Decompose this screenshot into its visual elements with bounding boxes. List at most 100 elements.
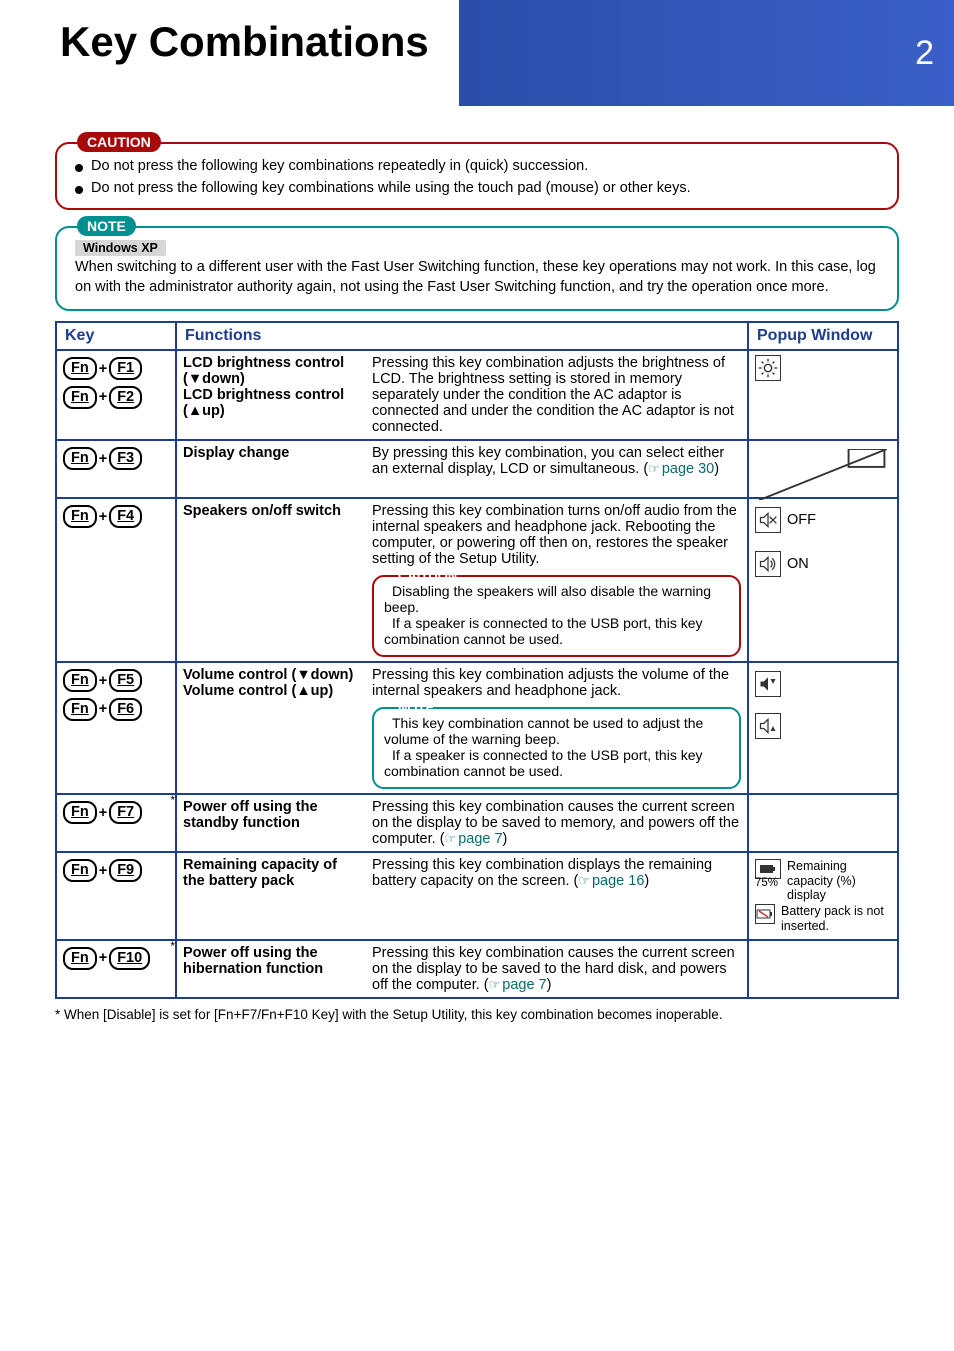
function-desc: Pressing this key combination turns on/o… (372, 503, 741, 567)
table-row: Fn+F4 Speakers on/off switch Pressing th… (56, 498, 898, 662)
key-combinations-table: Key Functions Popup Window Fn+F1 Fn+F2 L… (55, 321, 899, 999)
page-ref-link[interactable]: ☞ page 30 (648, 461, 714, 477)
key-cell: Fn+F9 (56, 852, 176, 940)
page-ref-link[interactable]: ☞ page 7 (445, 831, 503, 847)
inner-note-item: If a speaker is connected to the USB por… (384, 747, 703, 779)
th-popup: Popup Window (748, 322, 898, 350)
book-icon: ☞ (445, 831, 457, 847)
caution-callout: CAUTION Do not press the following key c… (55, 142, 899, 210)
book-icon: ☞ (648, 461, 660, 477)
function-desc: Pressing this key combination causes the… (372, 799, 739, 847)
os-badge: Windows XP (75, 240, 166, 256)
key-cell: Fn+F3 (56, 440, 176, 498)
battery-percent: 75% (755, 877, 781, 889)
book-icon: ☞ (578, 873, 590, 889)
inner-note-label: NOTE (388, 698, 444, 717)
page-ref-link[interactable]: ☞ page 16 (578, 873, 644, 889)
battery-missing-icon (755, 904, 775, 924)
battery-caption-1: Remaining capacity (%) display (787, 859, 891, 902)
function-name: Remaining capacity of the battery pack (183, 857, 360, 889)
popup-cell (748, 794, 898, 852)
popup-cell: 75% Remaining capacity (%) display Batte… (748, 852, 898, 940)
note-label: NOTE (77, 216, 136, 236)
popup-cell: OFF ON (748, 498, 898, 662)
keycap: Fn (63, 801, 97, 824)
footnote-text: * When [Disable] is set for [Fn+F7/Fn+F1… (55, 1007, 899, 1022)
speaker-off-icon (755, 507, 781, 533)
table-row: Fn+F3 Display change By pressing this ke… (56, 440, 898, 498)
battery-icon (755, 859, 781, 879)
function-desc: Pressing this key combination adjusts th… (372, 355, 734, 435)
table-row: Fn+F9 Remaining capacity of the battery … (56, 852, 898, 940)
function-name: Power off using the hibernation function (183, 945, 360, 977)
function-name: Speakers on/off switch (183, 503, 360, 519)
battery-caption-2: Battery pack is not inserted. (781, 904, 891, 933)
volume-up-icon (755, 713, 781, 739)
th-functions: Functions (176, 322, 748, 350)
caution-line-2: Do not press the following key combinati… (91, 180, 691, 196)
keycap: F5 (109, 669, 142, 692)
display-icon (755, 445, 891, 493)
page-title: Key Combinations (0, 0, 459, 106)
speaker-off-label: OFF (787, 512, 816, 528)
key-cell: Fn+F1 Fn+F2 (56, 350, 176, 440)
table-row: Fn+F1 Fn+F2 LCD brightness control (▼dow… (56, 350, 898, 440)
keycap: Fn (63, 947, 97, 970)
inner-caution: CAUTION Disabling the speakers will also… (372, 575, 741, 657)
keycap: F4 (109, 505, 142, 528)
function-desc: Pressing this key combination causes the… (372, 945, 735, 993)
keycap: Fn (63, 447, 97, 470)
function-name: Power off using the standby function (183, 799, 360, 831)
popup-cell (748, 662, 898, 794)
function-name: LCD brightness control (▼down) LCD brigh… (183, 355, 360, 419)
footnote-mark: * (170, 793, 175, 807)
keycap: Fn (63, 357, 97, 380)
key-cell: Fn+F10* (56, 940, 176, 998)
inner-caution-label: CAUTION (388, 566, 467, 585)
note-body: When switching to a different user with … (75, 258, 879, 297)
brightness-icon (755, 355, 781, 381)
keycap: F2 (109, 386, 142, 409)
keycap: F7 (109, 801, 142, 824)
note-callout: NOTE Windows XP When switching to a diff… (55, 226, 899, 311)
key-cell: Fn+F7* (56, 794, 176, 852)
caution-line-1: Do not press the following key combinati… (91, 158, 588, 174)
keycap: F6 (109, 698, 142, 721)
volume-down-icon (755, 671, 781, 697)
speaker-on-label: ON (787, 556, 809, 572)
bullet-icon (75, 186, 83, 194)
keycap: F10 (109, 947, 150, 970)
table-row: Fn+F7* Power off using the standby funct… (56, 794, 898, 852)
popup-cell (748, 350, 898, 440)
popup-cell (748, 440, 898, 498)
function-name: Display change (183, 445, 360, 461)
book-icon: ☞ (489, 977, 501, 993)
table-row: Fn+F5 Fn+F6 Volume control (▼down) Volum… (56, 662, 898, 794)
function-name: Volume control (▼down) Volume control (▲… (183, 667, 360, 699)
keycap: Fn (63, 386, 97, 409)
keycap: F9 (109, 859, 142, 882)
key-cell: Fn+F4 (56, 498, 176, 662)
th-key: Key (56, 322, 176, 350)
page-ref-link[interactable]: ☞ page 7 (489, 977, 547, 993)
page-number: 2 (915, 34, 934, 73)
popup-cell (748, 940, 898, 998)
inner-caution-item: If a speaker is connected to the USB por… (384, 615, 703, 647)
function-desc: Pressing this key combination displays t… (372, 857, 712, 889)
bullet-icon (75, 164, 83, 172)
inner-note: NOTE This key combination cannot be used… (372, 707, 741, 789)
keycap: Fn (63, 669, 97, 692)
keycap: F3 (109, 447, 142, 470)
inner-note-item: This key combination cannot be used to a… (384, 715, 703, 747)
function-desc: Pressing this key combination adjusts th… (372, 667, 741, 699)
keycap: Fn (63, 698, 97, 721)
inner-caution-item: Disabling the speakers will also disable… (384, 583, 711, 615)
caution-label: CAUTION (77, 132, 161, 152)
keycap: F1 (109, 357, 142, 380)
key-cell: Fn+F5 Fn+F6 (56, 662, 176, 794)
page-header: Key Combinations 2 (0, 0, 954, 106)
footnote-mark: * (170, 939, 175, 953)
speaker-on-icon (755, 551, 781, 577)
table-row: Fn+F10* Power off using the hibernation … (56, 940, 898, 998)
keycap: Fn (63, 859, 97, 882)
